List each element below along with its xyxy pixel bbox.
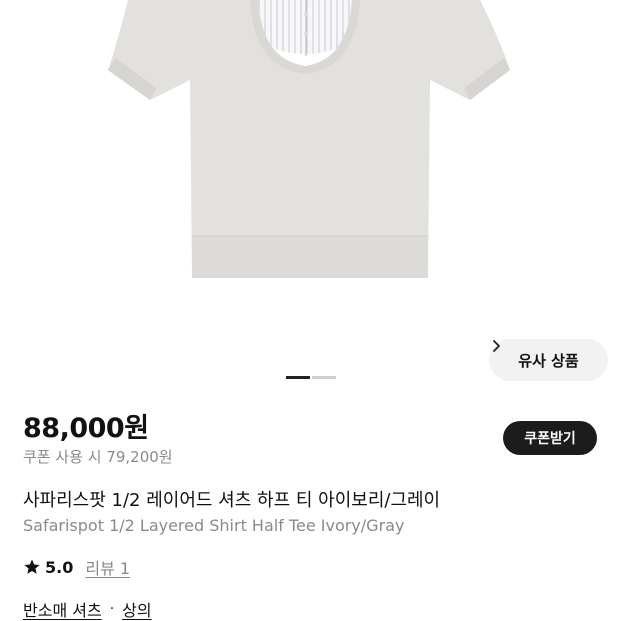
product-image[interactable]: 유사 상품 [0, 0, 620, 395]
similar-products-label: 유사 상품 [518, 351, 579, 370]
category-link-short-sleeve-shirt[interactable]: 반소매 셔츠 [23, 597, 102, 621]
chevron-right-icon [493, 340, 500, 352]
product-title-korean: 사파리스팟 1/2 레이어드 셔츠 하프 티 아이보리/그레이 [23, 490, 441, 511]
coupon-price-text: 쿠폰 사용 시 79,200원 [23, 448, 173, 466]
category-breadcrumb: 반소매 셔츠 · 상의 [23, 597, 152, 621]
review-count-link[interactable]: 리뷰 1 [85, 555, 130, 579]
carousel-dot-active [286, 376, 310, 379]
product-price: 88,000원 [23, 413, 149, 444]
category-link-top[interactable]: 상의 [122, 597, 151, 621]
star-icon [24, 559, 40, 574]
shirt-bib [258, 0, 352, 54]
get-coupon-button[interactable]: 쿠폰받기 [503, 421, 597, 455]
carousel-dot [312, 376, 336, 379]
category-separator: · [109, 601, 115, 617]
rating-row: 5.0 리뷰 1 [23, 555, 130, 579]
product-title-english: Safarispot 1/2 Layered Shirt Half Tee Iv… [23, 516, 405, 535]
carousel-indicator [286, 376, 336, 379]
rating-value: 5.0 [45, 557, 74, 577]
similar-products-button[interactable]: 유사 상품 [489, 339, 608, 381]
tee-illustration [108, 0, 510, 278]
